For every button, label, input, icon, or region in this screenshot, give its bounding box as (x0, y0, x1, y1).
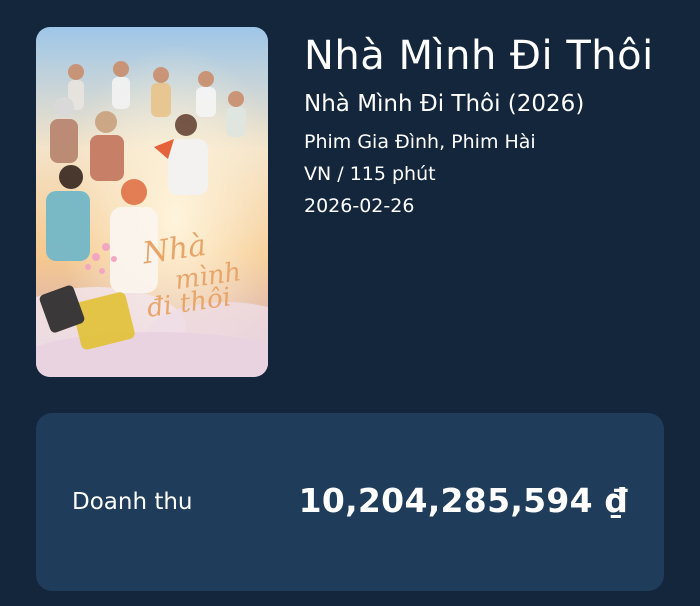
revenue-card: Doanh thu 10,204,285,594 ₫ (36, 413, 664, 591)
movie-info: Nhà Mình Đi Thôi Nhà Mình Đi Thôi (2026)… (304, 30, 684, 222)
movie-release-date: 2026-02-26 (304, 195, 415, 217)
movie-country-duration: VN / 115 phút (304, 163, 436, 185)
movie-genres: Phim Gia Đình, Phim Hài (304, 131, 536, 153)
revenue-label: Doanh thu (72, 489, 193, 515)
revenue-value: 10,204,285,594 ₫ (298, 481, 628, 520)
movie-title: Nhà Mình Đi Thôi (304, 33, 654, 79)
movie-detail-screen: Nhà mình đi thôi Nhà Mình Đi Thôi Nhà Mì… (0, 0, 700, 606)
movie-subtitle: Nhà Mình Đi Thôi (2026) (304, 91, 585, 117)
poster-image: Nhà mình đi thôi (36, 27, 268, 377)
movie-poster[interactable]: Nhà mình đi thôi (36, 27, 268, 377)
